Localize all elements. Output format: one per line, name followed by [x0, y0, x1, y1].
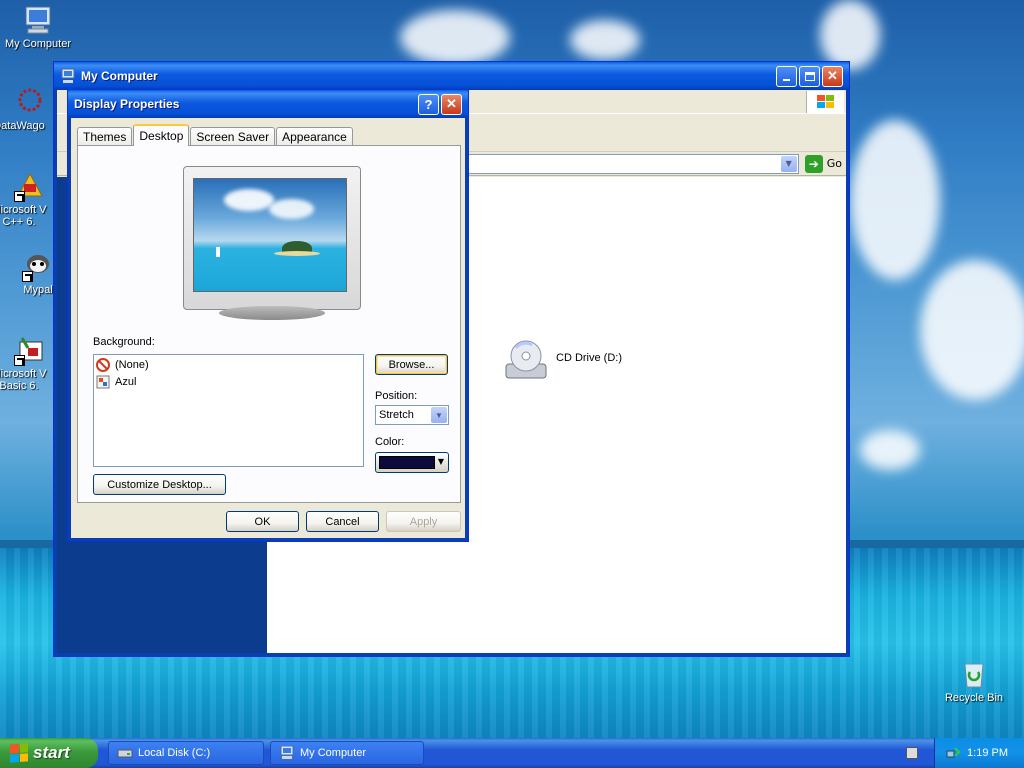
- chevron-down-icon: ▼: [437, 457, 444, 466]
- my-computer-titlebar[interactable]: My Computer ✕: [54, 62, 849, 90]
- desktop-icon-label: Microsoft V Basic 6.: [0, 368, 47, 392]
- customize-desktop-button[interactable]: Customize Desktop...: [93, 474, 226, 495]
- cancel-button[interactable]: Cancel: [306, 511, 379, 532]
- computer-icon: [22, 4, 54, 36]
- close-icon: ✕: [827, 68, 838, 83]
- dialog-title: Display Properties: [74, 97, 180, 111]
- cd-drive-item[interactable]: CD Drive (D:): [502, 334, 622, 382]
- ok-button[interactable]: OK: [226, 511, 299, 532]
- clock[interactable]: 1:19 PM: [967, 747, 1008, 759]
- taskbar-item-label: Local Disk (C:): [138, 747, 211, 759]
- start-button[interactable]: start: [0, 738, 98, 768]
- position-value: Stretch: [379, 409, 414, 421]
- color-swatch: [379, 456, 435, 469]
- taskbar-item-my-computer[interactable]: My Computer: [270, 741, 424, 765]
- display-properties-dialog[interactable]: Display Properties ? ✕ Themes Desktop Sc…: [67, 89, 469, 542]
- color-label: Color:: [375, 436, 405, 448]
- desktop-icon-label: Recycle Bin: [944, 692, 1004, 704]
- computer-icon: [279, 745, 295, 760]
- start-label: start: [33, 743, 70, 762]
- visual-basic-icon: [14, 334, 46, 366]
- monitor-preview: [183, 166, 361, 322]
- dialog-close-button[interactable]: ✕: [441, 93, 462, 115]
- color-picker-button[interactable]: ▼: [375, 452, 449, 473]
- maximize-icon: [804, 71, 815, 81]
- desktop-icon-label: Microsoft V C++ 6.: [0, 204, 47, 228]
- windows-logo-icon: [806, 91, 844, 113]
- background-list[interactable]: (None) Azul: [93, 354, 364, 467]
- close-icon: ✕: [446, 96, 457, 111]
- taskbar-item-label: My Computer: [300, 747, 367, 759]
- go-arrow-icon: ➔: [804, 154, 823, 173]
- maximize-button[interactable]: [799, 65, 820, 87]
- computer-icon: [60, 68, 76, 84]
- taskbar: start Local Disk (C:) My Computer 1:19 P…: [0, 738, 1024, 768]
- background-item-label: Azul: [115, 376, 137, 388]
- tab-screen-saver[interactable]: Screen Saver: [190, 127, 276, 146]
- dropdown-arrow-icon[interactable]: ▼: [780, 155, 797, 172]
- background-item-azul[interactable]: Azul: [96, 374, 361, 390]
- desktop-icon-my-computer[interactable]: My Computer: [0, 4, 78, 50]
- desktop-icon-label: DataWago: [0, 120, 45, 132]
- app-icon: [14, 86, 46, 118]
- minimize-button[interactable]: [776, 65, 797, 87]
- keyboard-icon[interactable]: [906, 747, 918, 759]
- none-icon: [96, 358, 110, 372]
- tab-desktop[interactable]: Desktop: [133, 124, 190, 146]
- background-item-label: (None): [115, 359, 149, 371]
- window-title: My Computer: [81, 69, 158, 83]
- background-item-none[interactable]: (None): [96, 357, 361, 373]
- position-select[interactable]: Stretch ▼: [375, 405, 449, 425]
- tab-strip: Themes Desktop Screen Saver Appearance: [77, 124, 354, 146]
- help-icon: ?: [424, 96, 433, 112]
- close-button[interactable]: ✕: [822, 65, 843, 87]
- drive-icon: [117, 746, 133, 760]
- tab-appearance[interactable]: Appearance: [276, 127, 353, 146]
- help-button[interactable]: ?: [418, 93, 439, 115]
- browse-button[interactable]: Browse...: [375, 354, 448, 375]
- go-label: Go: [826, 157, 842, 170]
- wallpaper-preview: [193, 178, 347, 292]
- recycle-bin-icon: [958, 658, 990, 690]
- desktop-tab-panel: Background: (None) Azul Browse... Positi…: [77, 145, 461, 503]
- windows-flag-icon: [10, 743, 28, 763]
- taskbar-item-local-disk[interactable]: Local Disk (C:): [108, 741, 264, 765]
- position-label: Position:: [375, 390, 418, 402]
- image-icon: [96, 375, 110, 389]
- mypal-icon: [22, 250, 54, 282]
- minimize-icon: [783, 78, 790, 81]
- address-input[interactable]: ▼: [467, 153, 799, 174]
- tab-themes[interactable]: Themes: [77, 127, 133, 146]
- cd-drive-label: CD Drive (D:): [556, 352, 622, 364]
- desktop-icon-recycle-bin[interactable]: Recycle Bin: [934, 658, 1014, 704]
- visual-cpp-icon: [14, 170, 46, 202]
- cd-drive-icon: [502, 334, 550, 382]
- desktop-icon-label: My Computer: [4, 38, 72, 50]
- background-label: Background:: [93, 336, 155, 348]
- go-button[interactable]: ➔ Go: [804, 154, 842, 173]
- chevron-down-icon: ▼: [431, 407, 447, 423]
- dialog-titlebar[interactable]: Display Properties ? ✕: [68, 90, 468, 118]
- network-icon[interactable]: [945, 745, 961, 761]
- apply-button[interactable]: Apply: [386, 511, 461, 532]
- system-tray: 1:19 PM: [934, 738, 1024, 768]
